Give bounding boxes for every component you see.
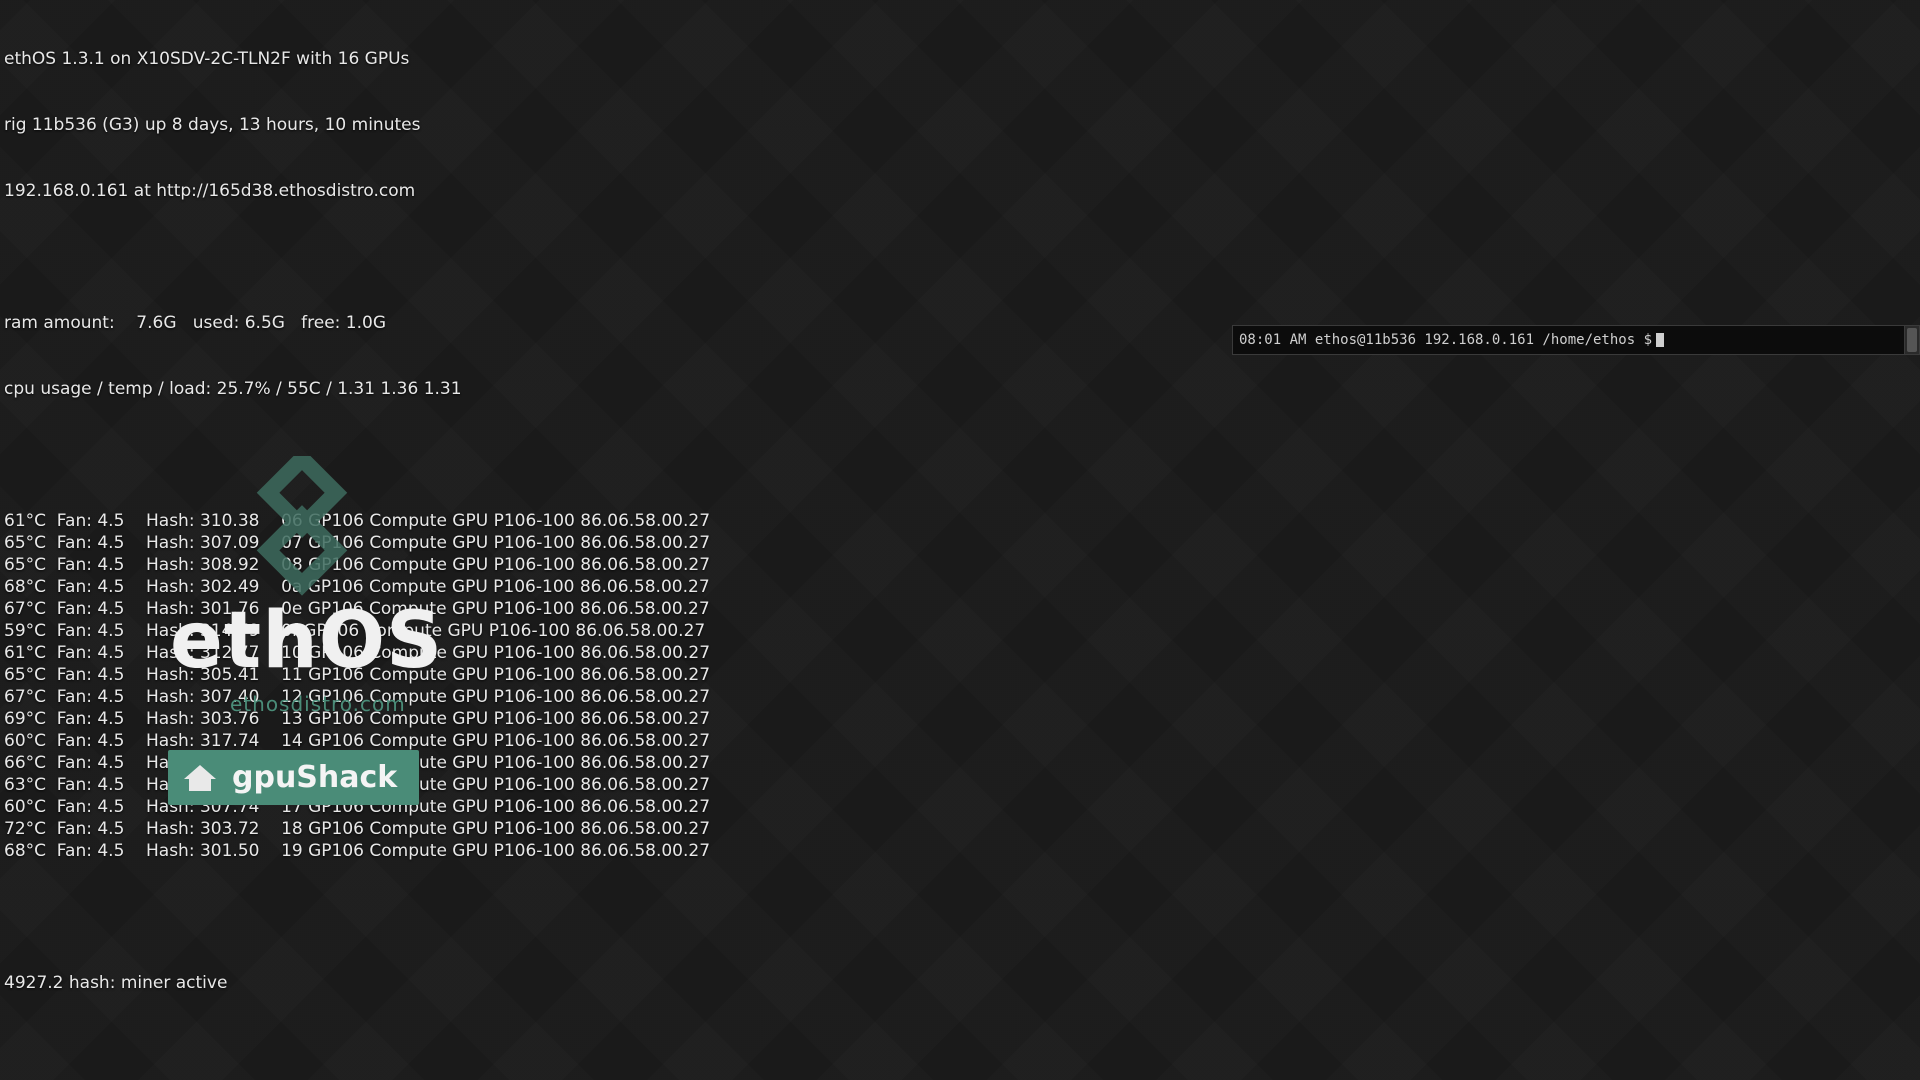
- ram-line: ram amount: 7.6G used: 6.5G free: 1.0G: [4, 312, 710, 334]
- hash-total-line: 4927.2 hash: miner active: [4, 972, 710, 994]
- ethos-logo-block: ethOS ethosdistro.com gpuShack: [170, 596, 570, 805]
- ethos-logo-subtitle: ethosdistro.com: [230, 692, 570, 716]
- cpu-line: cpu usage / temp / load: 25.7% / 55C / 1…: [4, 378, 710, 400]
- os-line: ethOS 1.3.1 on X10SDV-2C-TLN2F with 16 G…: [4, 48, 710, 70]
- terminal-cursor: [1656, 333, 1664, 347]
- terminal-prompt: 08:01 AM ethos@11b536 192.168.0.161 /hom…: [1239, 332, 1652, 348]
- gpushack-label: gpuShack: [232, 760, 397, 795]
- ip-line: 192.168.0.161 at http://165d38.ethosdist…: [4, 180, 710, 202]
- gpu-row: 72°C Fan: 4.5 Hash: 303.72 18 GP106 Comp…: [4, 818, 710, 840]
- rig-line: rig 11b536 (G3) up 8 days, 13 hours, 10 …: [4, 114, 710, 136]
- gpushack-badge: gpuShack: [168, 750, 419, 805]
- terminal-scrollbar[interactable]: [1904, 326, 1919, 354]
- ethos-diamond-icon: [230, 456, 390, 616]
- gpu-row: 68°C Fan: 4.5 Hash: 301.50 19 GP106 Comp…: [4, 840, 710, 862]
- terminal-window[interactable]: 08:01 AM ethos@11b536 192.168.0.161 /hom…: [1232, 325, 1920, 355]
- house-icon: [182, 763, 218, 793]
